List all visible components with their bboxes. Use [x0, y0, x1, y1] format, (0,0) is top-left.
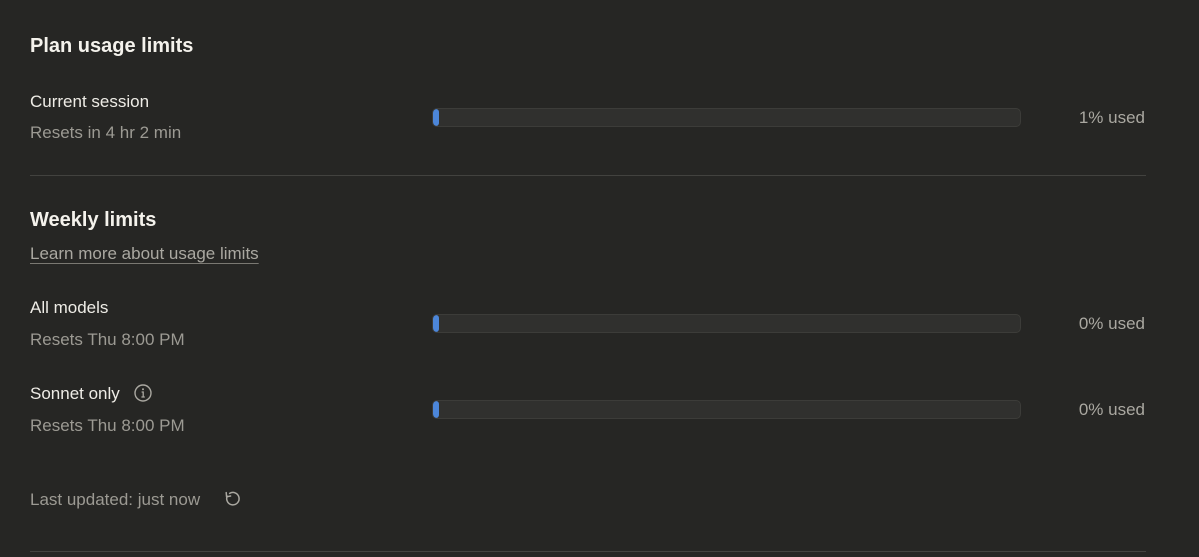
refresh-icon[interactable]	[223, 490, 241, 508]
bottom-divider	[30, 551, 1146, 552]
sonnet-only-progress-bar	[432, 400, 1021, 419]
sonnet-only-label: Sonnet only	[30, 384, 120, 403]
all-models-progress-bar	[432, 314, 1021, 333]
current-session-progress-bar	[432, 108, 1021, 127]
sonnet-only-reset: Resets Thu 8:00 PM	[30, 416, 185, 435]
sonnet-only-progress-fill	[433, 401, 439, 418]
all-models-label: All models	[30, 298, 109, 317]
sonnet-only-usage: 0% used	[1078, 400, 1145, 419]
current-session-label: Current session	[30, 92, 150, 111]
current-session-reset: Resets in 4 hr 2 min	[30, 123, 182, 142]
all-models-progress-fill	[433, 315, 439, 332]
plan-usage-title: Plan usage limits	[30, 35, 194, 57]
section-divider	[30, 175, 1146, 176]
last-updated-text: Last updated: just now	[30, 490, 201, 509]
info-icon[interactable]	[134, 384, 152, 402]
learn-more-link[interactable]: Learn more about usage limits	[30, 243, 259, 265]
current-session-usage: 1% used	[1078, 108, 1145, 127]
weekly-limits-title: Weekly limits	[30, 209, 157, 231]
all-models-reset: Resets Thu 8:00 PM	[30, 330, 185, 349]
all-models-usage: 0% used	[1078, 314, 1145, 333]
current-session-progress-fill	[433, 109, 439, 126]
